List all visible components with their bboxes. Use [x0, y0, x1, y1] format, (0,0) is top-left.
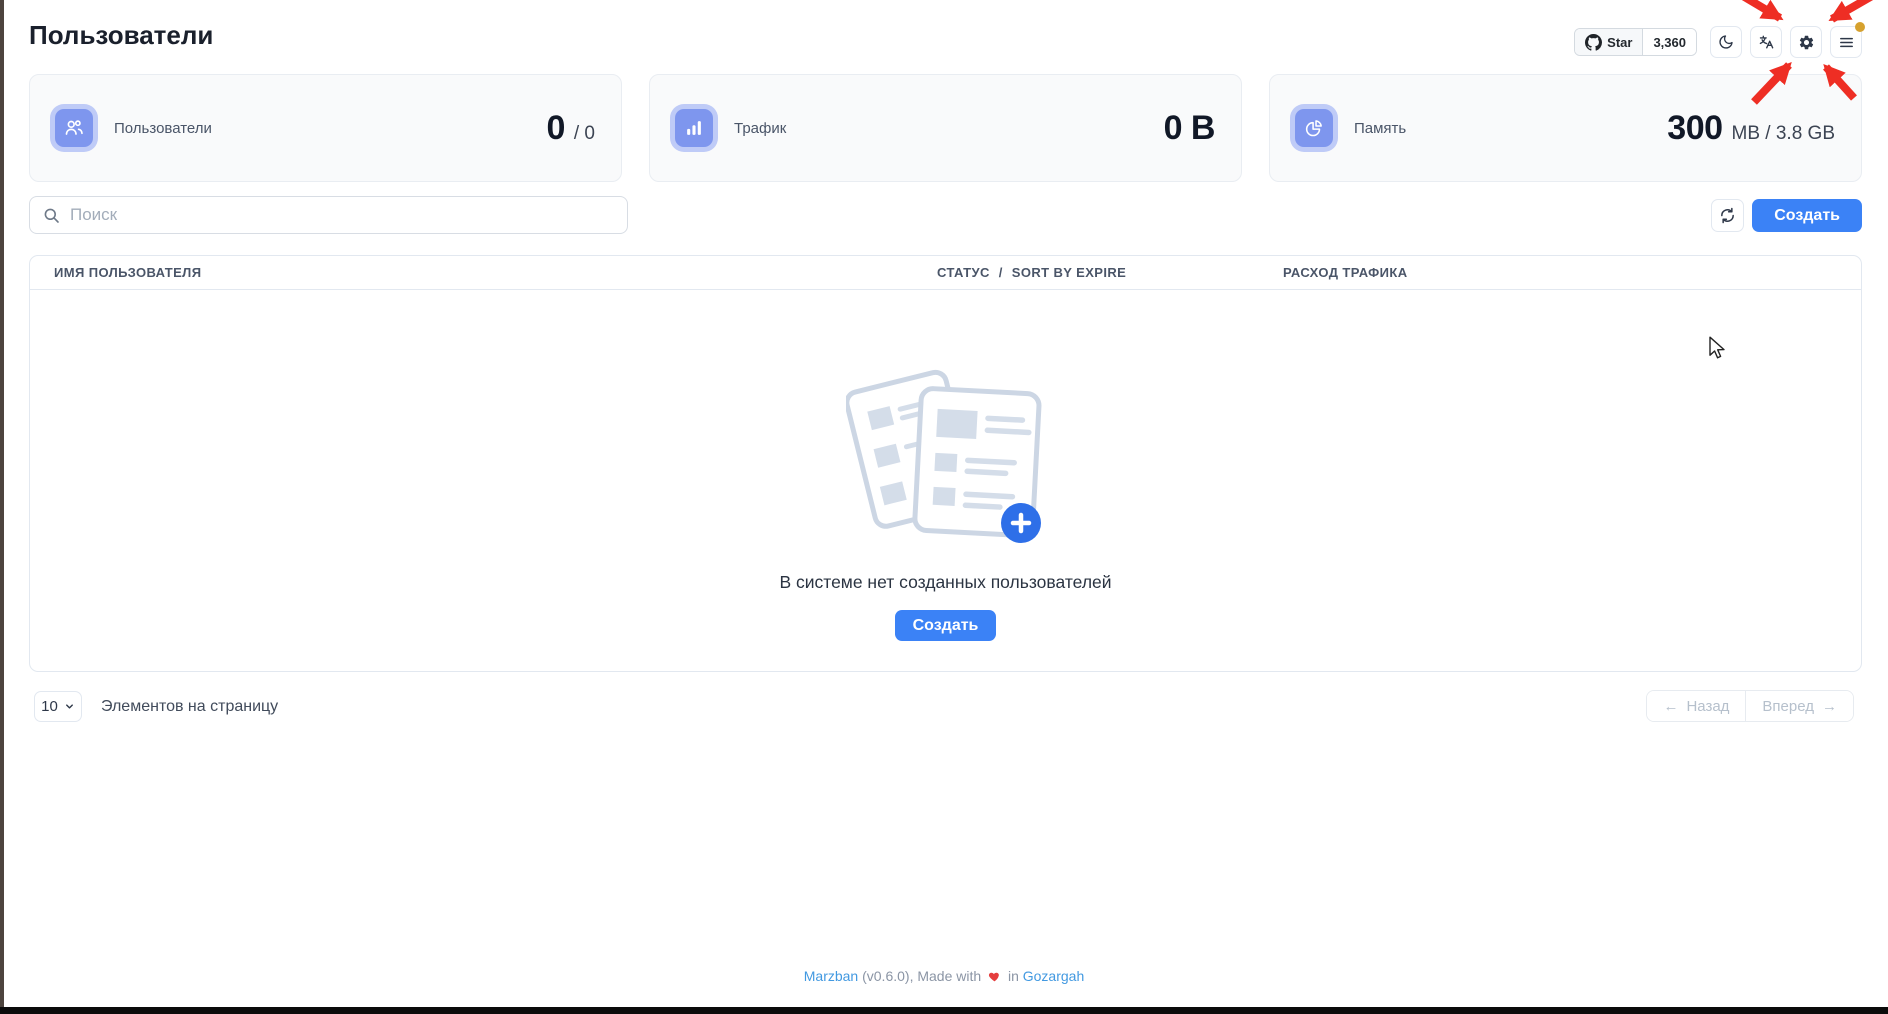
header-username[interactable]: ИМЯ ПОЛЬЗОВАТЕЛЯ: [54, 256, 201, 290]
github-star-button[interactable]: Star: [1575, 29, 1643, 55]
translate-icon: [1758, 34, 1775, 51]
stat-card-label: Трафик: [734, 120, 786, 137]
page-title: Пользователи: [29, 20, 213, 51]
header-status-label[interactable]: СТАТУС: [937, 256, 990, 290]
language-button[interactable]: [1750, 26, 1782, 58]
users-table: ИМЯ ПОЛЬЗОВАТЕЛЯ СТАТУС / SORT BY EXPIRE…: [29, 255, 1862, 672]
empty-documents-illustration: [846, 351, 1046, 556]
users-icon: [63, 117, 85, 139]
stat-card-suffix: / 0: [574, 123, 595, 145]
header-sort-by-expire[interactable]: SORT BY EXPIRE: [1012, 256, 1126, 290]
github-octocat-icon: [1585, 34, 1602, 51]
traffic-bars-icon: [683, 117, 705, 139]
per-page-select[interactable]: 10: [34, 691, 82, 722]
stat-card-label: Пользователи: [114, 120, 212, 137]
moon-icon: [1718, 34, 1734, 50]
search-input[interactable]: [70, 205, 614, 225]
next-page-button[interactable]: Вперед →: [1746, 691, 1853, 721]
github-star-label: Star: [1607, 35, 1632, 50]
github-star-count[interactable]: 3,360: [1643, 29, 1696, 55]
stat-card-value: 0: [546, 109, 564, 148]
search-icon: [43, 207, 60, 224]
marzban-users-page: Пользователи Star 3,360: [0, 0, 1888, 1014]
stat-card-value: 300: [1667, 109, 1722, 148]
refresh-button[interactable]: [1711, 199, 1744, 232]
notification-dot: [1855, 22, 1865, 32]
empty-state-create-button[interactable]: Создать: [895, 610, 997, 641]
refresh-icon: [1719, 207, 1736, 224]
footer-org-link[interactable]: Gozargah: [1023, 968, 1084, 984]
footer-brand-link[interactable]: Marzban: [804, 968, 858, 984]
search-box: [29, 196, 628, 234]
pagination-buttons: ← Назад Вперед →: [1646, 690, 1854, 722]
stat-card-suffix: MB / 3.8 GB: [1732, 123, 1835, 145]
header-traffic: РАСХОД ТРАФИКА: [1283, 256, 1408, 290]
create-user-button[interactable]: Создать: [1752, 199, 1862, 232]
header-status-sort[interactable]: СТАТУС / SORT BY EXPIRE: [937, 256, 1126, 290]
stat-card-memory: Память 300 MB / 3.8 GB: [1269, 74, 1862, 182]
chevron-down-icon: [64, 701, 75, 712]
heart-icon: [988, 970, 1001, 983]
table-header-row: ИМЯ ПОЛЬЗОВАТЕЛЯ СТАТУС / SORT BY EXPIRE…: [30, 256, 1861, 290]
footer: Marzban (v0.6.0), Made with in Gozargah: [0, 968, 1888, 984]
per-page-label: Элементов на страницу: [101, 698, 278, 716]
memory-pie-icon: [1303, 117, 1325, 139]
stat-card-users: Пользователи 0 / 0: [29, 74, 622, 182]
window-left-edge: [0, 0, 4, 1014]
stat-card-label: Память: [1354, 120, 1406, 137]
github-star-widget[interactable]: Star 3,360: [1574, 28, 1697, 56]
stat-card-value: 0 B: [1164, 109, 1215, 148]
per-page-value: 10: [41, 698, 58, 715]
menu-button[interactable]: [1830, 26, 1862, 58]
header-sort-separator: /: [999, 256, 1003, 290]
empty-state: В системе нет созданных пользователей Со…: [30, 351, 1861, 641]
window-bottom-edge: [0, 1007, 1888, 1014]
stat-card-traffic: Трафик 0 B: [649, 74, 1242, 182]
settings-button[interactable]: [1790, 26, 1822, 58]
theme-toggle-button[interactable]: [1710, 26, 1742, 58]
topbar: Star 3,360: [1574, 26, 1862, 58]
footer-version-text: (v0.6.0), Made with: [862, 968, 981, 984]
left-arrow-icon: ←: [1663, 698, 1678, 715]
next-label: Вперед: [1762, 698, 1814, 715]
prev-page-button[interactable]: ← Назад: [1647, 691, 1746, 721]
prev-label: Назад: [1686, 698, 1729, 715]
footer-in-text: in: [1008, 968, 1019, 984]
stat-cards: Пользователи 0 / 0 Трафик 0 B Память 300: [29, 74, 1862, 182]
table-actions: Создать: [1711, 199, 1862, 232]
hamburger-icon: [1838, 34, 1855, 51]
empty-state-message: В системе нет созданных пользователей: [779, 572, 1111, 593]
gear-icon: [1798, 34, 1815, 51]
right-arrow-icon: →: [1822, 698, 1837, 715]
